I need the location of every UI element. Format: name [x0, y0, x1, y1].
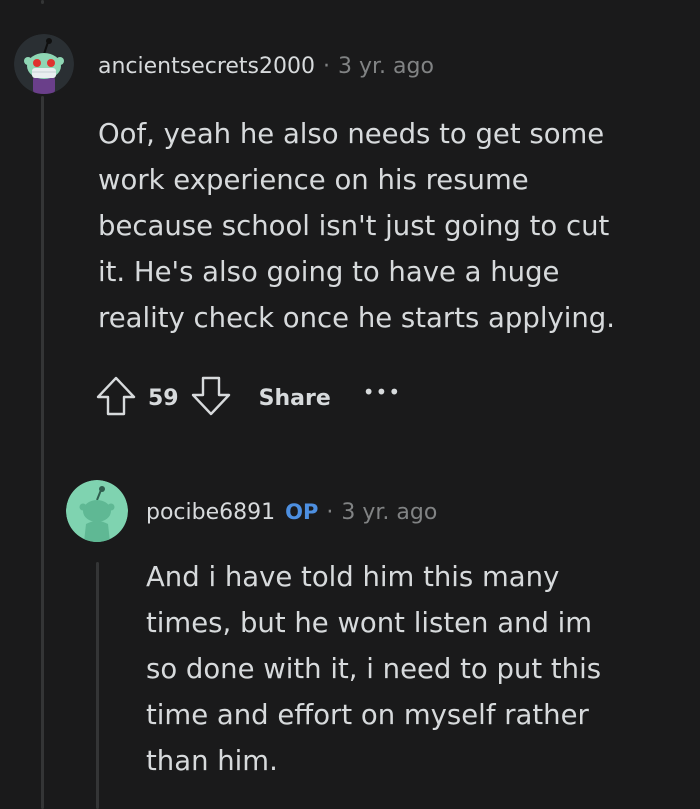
more-options-icon[interactable]: •••: [363, 382, 401, 402]
meta-separator: ·: [323, 54, 331, 79]
comment-body-line: Oof, yeah he also needs to get some: [98, 118, 605, 150]
share-button[interactable]: Share: [259, 386, 331, 411]
thread-line-comment-2[interactable]: [96, 562, 99, 809]
username[interactable]: pocibe6891: [146, 500, 275, 525]
timestamp[interactable]: 3 yr. ago: [338, 54, 434, 79]
downvote-arrow-icon[interactable]: [189, 374, 233, 422]
username[interactable]: ancientsecrets2000: [98, 54, 315, 79]
avatar-pocibe6891[interactable]: [66, 480, 128, 542]
op-badge: OP: [285, 500, 319, 524]
thread-line-comment-1[interactable]: [41, 96, 44, 809]
comment-body-line: it. He's also going to have a huge: [98, 256, 560, 288]
comment-body-line: because school isn't just going to cut: [98, 210, 610, 242]
comment-1-meta: ancientsecrets2000 · 3 yr. ago: [98, 54, 434, 79]
comment-body-line: than him.: [146, 745, 278, 777]
comment-2-meta: pocibe6891 OP · 3 yr. ago: [146, 500, 437, 525]
thread-line-top[interactable]: [41, 0, 44, 4]
comment-1-actions: 59 Share •••: [94, 374, 401, 422]
snoo-avatar-icon: [66, 480, 128, 542]
upvote-arrow-icon[interactable]: [94, 374, 138, 422]
comment-1-body: Oof, yeah he also needs to get some work…: [98, 111, 615, 341]
meta-separator: ·: [326, 500, 334, 525]
comment-body-line: time and effort on myself rather: [146, 699, 589, 731]
vote-count: 59: [148, 385, 179, 411]
comment-body-line: so done with it, i need to put this: [146, 653, 602, 685]
comment-body-line: work experience on his resume: [98, 164, 529, 196]
avatar-ancientsecrets2000[interactable]: [14, 34, 74, 94]
comment-body-line: reality check once he starts applying.: [98, 302, 615, 334]
comment-body-line: And i have told him this many: [146, 561, 560, 593]
snoo-avatar-icon: [14, 34, 74, 94]
comment-body-line: times, but he wont listen and im: [146, 607, 593, 639]
comment-2-body: And i have told him this many times, but…: [146, 554, 601, 784]
timestamp[interactable]: 3 yr. ago: [341, 500, 437, 525]
